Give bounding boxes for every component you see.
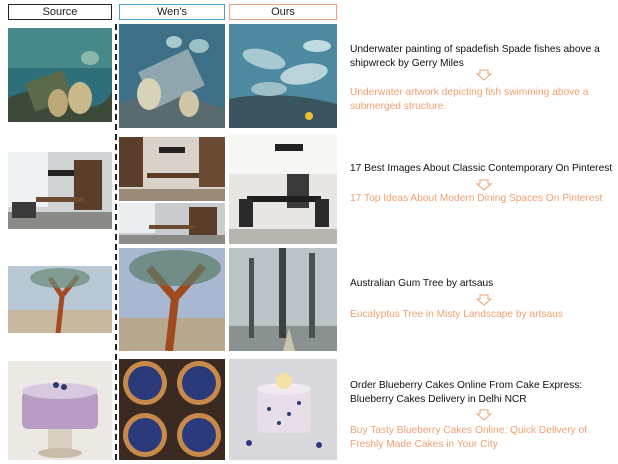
row2-ours-image — [229, 134, 337, 244]
header-source: Source — [8, 4, 112, 20]
row3-source-image — [8, 266, 112, 333]
row2-wens-image-bottom — [119, 203, 225, 244]
row2-source-image — [8, 152, 112, 229]
row4-arrow-icon — [476, 409, 492, 421]
row1-wens-image — [119, 24, 225, 128]
row4-wens-image — [119, 359, 225, 460]
row4-source-image — [8, 361, 112, 460]
row3-wens-image — [119, 248, 225, 351]
header-ours: Ours — [229, 4, 337, 20]
row3-source-caption: Australian Gum Tree by artsaus — [350, 278, 494, 289]
row1-ours-caption: Underwater artwork depicting fish swimmi… — [350, 87, 589, 112]
row3-arrow-icon — [476, 294, 492, 306]
row2-ours-caption: 17 Top Ideas About Modern Dining Spaces … — [350, 193, 603, 204]
row4-ours-image — [229, 359, 337, 460]
row2-wens-image-top — [119, 137, 225, 201]
row4-ours-caption: Buy Tasty Blueberry Cakes Online: Quick … — [350, 425, 588, 450]
row1-source-image — [8, 28, 112, 122]
row1-source-caption: Underwater painting of spadefish Spade f… — [350, 44, 600, 69]
header-wens: Wen's — [119, 4, 225, 20]
row1-ours-image — [229, 24, 337, 128]
row3-ours-caption: Eucalyptus Tree in Misty Landscape by ar… — [350, 309, 563, 320]
row1-arrow-icon — [476, 69, 492, 81]
row2-arrow-icon — [476, 179, 492, 191]
row3-ours-image — [229, 248, 337, 351]
row2-source-caption: 17 Best Images About Classic Contemporar… — [350, 163, 613, 174]
column-divider — [115, 24, 117, 460]
row4-source-caption: Order Blueberry Cakes Online From Cake E… — [350, 380, 583, 405]
